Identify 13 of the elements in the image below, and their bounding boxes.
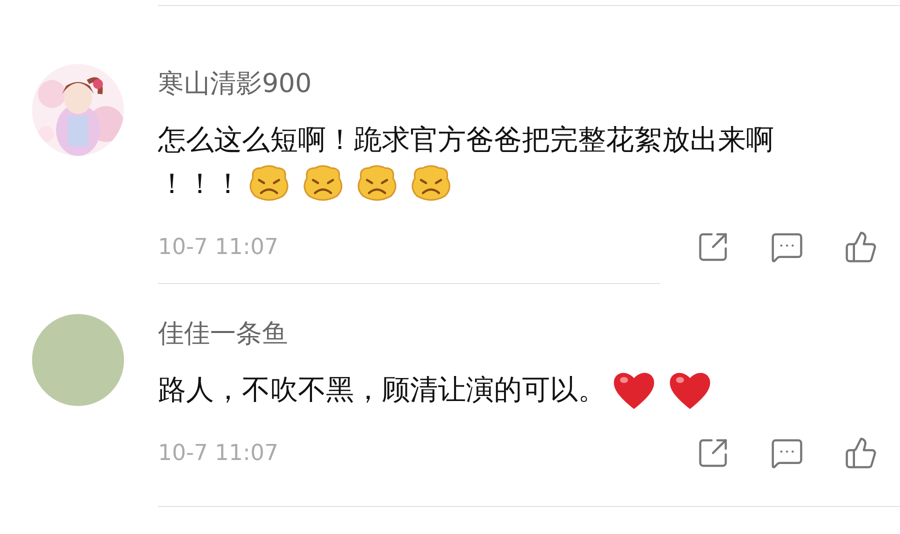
comment-text: ！！！ [158,166,242,202]
comment-text: 路人，不吹不黑，顾清让演的可以。 [158,372,606,408]
comment-icon[interactable] [770,436,804,470]
share-icon[interactable] [696,230,730,264]
thumbs-up-icon[interactable] [844,230,878,264]
thumbs-up-icon[interactable] [844,436,878,470]
comment-text: 怎么这么短啊！跪求官方爸爸把完整花絮放出来啊 [158,122,774,158]
comment-time: 10-7 11:07 [158,440,280,466]
user-name: 佳佳一条鱼 [158,318,289,350]
comment-time: 10-7 11:07 [158,234,280,260]
user-name: 寒山清影900 [158,68,313,100]
comment-icon[interactable] [770,230,804,264]
share-icon[interactable] [696,436,730,470]
